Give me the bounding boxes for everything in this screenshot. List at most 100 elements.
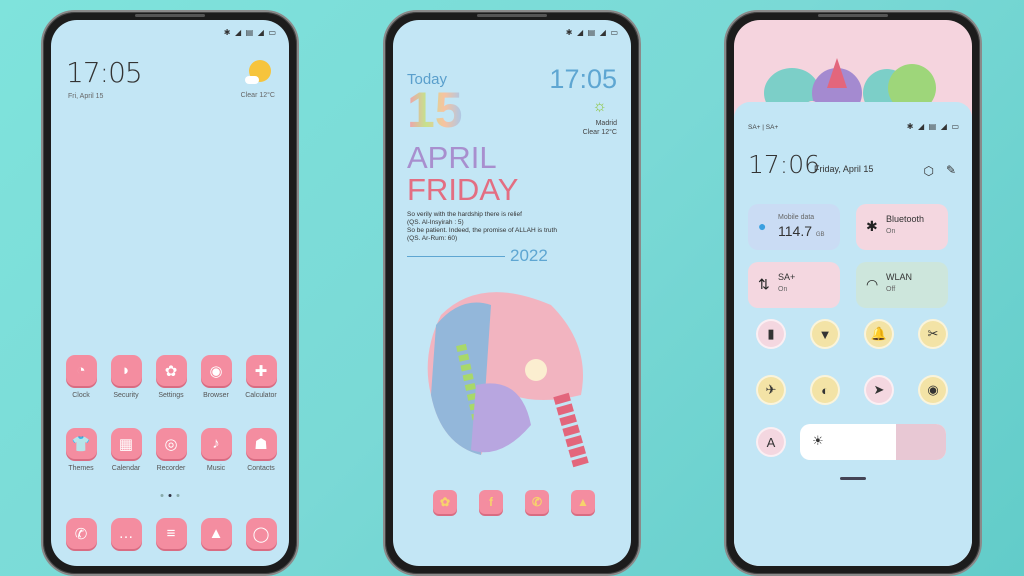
status-bar-icons: ✱ ◢ ▤ ◢ ▭ (565, 28, 619, 37)
page-dot-active[interactable] (168, 494, 172, 497)
tile-mobile-data[interactable]: ● Mobile data 114.7 GB (748, 204, 840, 250)
dock-notes[interactable]: ≡ (151, 518, 191, 549)
dock-flower-icon[interactable]: ✿ (433, 490, 457, 514)
weather-text: Clear 12°C (582, 129, 617, 136)
brightness-slider[interactable]: ☀ (800, 424, 946, 460)
widget-day-number: 15 (407, 82, 463, 138)
app-music[interactable]: ♪ Music (196, 428, 236, 472)
dock-camera[interactable]: ◯ (241, 518, 281, 549)
tile-text: SA+ On (778, 272, 795, 293)
cloud-icon (245, 76, 259, 84)
speaker (818, 14, 888, 17)
widget-time[interactable]: 17:05 (549, 64, 617, 95)
app-settings[interactable]: ✿ Settings (151, 355, 191, 399)
tile-bluetooth[interactable]: ✱ Bluetooth On (856, 204, 948, 250)
dock-gallery-icon: ▲ (200, 518, 232, 549)
toggle-eye-icon[interactable]: ◉ (918, 375, 948, 405)
clock-widget-time[interactable]: 17:05 (66, 56, 143, 89)
app-recorder[interactable]: ◎ Recorder (151, 428, 191, 472)
settings-gear-icon[interactable]: ⬡ (924, 164, 934, 178)
phone-widget-screen: ✱ ◢ ▤ ◢ ▭ Today 17:05 15 ☼ Madrid Clear … (383, 10, 641, 576)
quote-line: So verily with the hardship there is rel… (407, 211, 522, 218)
tropical-leaf-illustration (427, 292, 589, 468)
app-calculator-icon: ✚ (245, 355, 277, 386)
app-calendar[interactable]: ▦ Calendar (106, 428, 146, 472)
phone-control-center: SA+ | SA+ ✱ ◢ ▤ ◢ ▭ 17:06 Friday, April … (724, 10, 982, 576)
control-center-panel: SA+ | SA+ ✱ ◢ ▤ ◢ ▭ 17:06 Friday, April … (734, 102, 972, 566)
app-recorder-icon: ◎ (155, 428, 187, 459)
toggle-airplane-icon[interactable]: ✈ (756, 375, 786, 405)
widget-screen: ✱ ◢ ▤ ◢ ▭ Today 17:05 15 ☼ Madrid Clear … (393, 20, 631, 566)
edit-icon[interactable]: ✎ (946, 163, 956, 177)
app-label: Themes (68, 465, 94, 472)
app-label: Calculator (245, 392, 277, 399)
app-themes[interactable]: 👕 Themes (61, 428, 101, 472)
tile-title: Mobile data (778, 214, 815, 221)
status-bar-icons: ✱ ◢ ▤ ◢ ▭ (906, 122, 960, 131)
app-clock-icon: ◔ (65, 355, 97, 386)
tile-sa-plus[interactable]: ⇅ SA+ On (748, 262, 840, 308)
dock-phone[interactable]: ✆ (61, 518, 101, 549)
tile-title: Bluetooth (886, 214, 925, 224)
page-indicator[interactable] (160, 494, 180, 497)
dock-facebook-icon[interactable]: f (479, 490, 503, 514)
water-drop-icon: ● (758, 218, 767, 234)
quote-line: So be patient. Indeed, the promise of AL… (407, 227, 557, 234)
speaker (477, 14, 547, 17)
weather-text: Clear 12°C (240, 92, 275, 99)
dock-phone-icon: ✆ (65, 518, 97, 549)
app-security-icon: ◗ (110, 355, 142, 386)
dock-gallery[interactable]: ▲ (196, 518, 236, 549)
app-clock[interactable]: ◔ Clock (61, 355, 101, 399)
clock-widget-date: Fri, April 15 (68, 93, 104, 100)
page-dot[interactable] (176, 494, 180, 497)
quote-line: (QS. Ar-Rum: 60) (407, 235, 458, 242)
tile-status: Off (886, 286, 896, 293)
toggle-screenshot-icon[interactable]: ✂ (918, 319, 948, 349)
tile-status: On (778, 286, 788, 293)
drag-handle[interactable] (840, 477, 866, 480)
tile-title: SA+ (778, 272, 796, 282)
dock-gallery-icon[interactable]: ▲ (571, 490, 595, 514)
speaker (135, 14, 205, 17)
city: Madrid (595, 120, 617, 127)
tile-wlan[interactable]: ◠ WLAN Off (856, 262, 948, 308)
year-divider (407, 256, 505, 257)
app-browser-icon: ◉ (200, 355, 232, 386)
tile-text: Mobile data 114.7 GB (778, 214, 825, 239)
app-label: Recorder (156, 465, 186, 472)
tile-text: Bluetooth On (886, 214, 924, 235)
tile-data-usage: 114.7 GB (778, 223, 825, 239)
app-security[interactable]: ◗ Security (106, 355, 146, 399)
app-label: Security (113, 392, 139, 399)
auto-brightness-button[interactable]: A (756, 427, 786, 457)
dock-notes-icon: ≡ (155, 518, 187, 549)
weather-location: Madrid Clear 12°C (583, 119, 617, 137)
app-browser[interactable]: ◉ Browser (196, 355, 236, 399)
app-contacts[interactable]: ☗ Contacts (241, 428, 281, 472)
toggle-vibrate-icon[interactable]: ▮ (756, 319, 786, 349)
year-label: 2022 (510, 246, 548, 265)
widget-dock: ✿ f ✆ ▲ (433, 490, 595, 514)
status-bar-icons: ✱ ◢ ▤ ◢ ▭ (223, 28, 277, 37)
toggle-bell-icon[interactable]: 🔔 (864, 319, 894, 349)
app-row-1: ◔ Clock ◗ Security ✿ Settings ◉ Browser ✚ Calcula… (61, 355, 281, 399)
toggle-flashlight-icon[interactable]: ▼ (810, 319, 840, 349)
toggle-location-icon[interactable]: ➤ (864, 375, 894, 405)
page-dot[interactable] (160, 494, 164, 497)
wifi-icon: ◠ (866, 276, 879, 292)
app-calendar-icon: ▦ (110, 428, 142, 459)
data-arrows-icon: ⇅ (758, 276, 770, 292)
weekday-label: FRIDAY (407, 172, 519, 207)
toggle-dark-mode-icon[interactable]: ◐ (810, 375, 840, 405)
app-label: Settings (158, 392, 184, 399)
app-calculator[interactable]: ✚ Calculator (241, 355, 281, 399)
app-row-2: 👕 Themes ▦ Calendar ◎ Recorder ♪ Music ☗ Contacts (61, 428, 281, 472)
app-settings-icon: ✿ (155, 355, 187, 386)
dock-messages[interactable]: … (106, 518, 146, 549)
control-center-screen: SA+ | SA+ ✱ ◢ ▤ ◢ ▭ 17:06 Friday, April … (734, 20, 972, 566)
dock-camera-icon: ◯ (245, 518, 277, 549)
home-screen: ✱ ◢ ▤ ◢ ▭ 17:05 Fri, April 15 Clear 12°C… (51, 20, 289, 566)
dock-whatsapp-icon[interactable]: ✆ (525, 490, 549, 514)
dock: ✆ … ≡ ▲ ◯ (61, 518, 281, 549)
